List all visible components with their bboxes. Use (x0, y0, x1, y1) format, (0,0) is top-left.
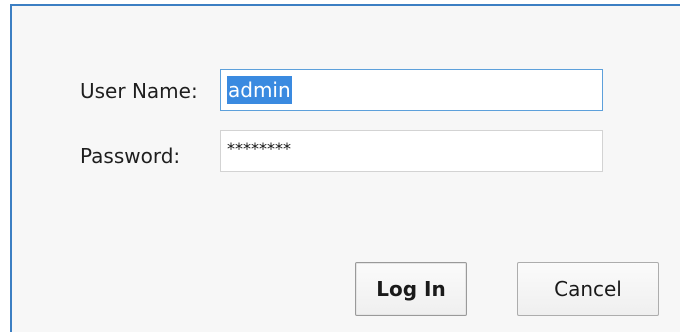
password-input[interactable]: ******** (220, 130, 603, 172)
username-input[interactable]: admin (220, 69, 603, 111)
password-value: ******** (227, 139, 291, 158)
password-label: Password: (80, 144, 181, 168)
username-value: admin (227, 76, 292, 104)
login-button[interactable]: Log In (355, 262, 467, 316)
cancel-button[interactable]: Cancel (517, 262, 659, 316)
username-label: User Name: (80, 79, 198, 103)
login-dialog: User Name: admin Password: ******** Log … (10, 4, 680, 332)
